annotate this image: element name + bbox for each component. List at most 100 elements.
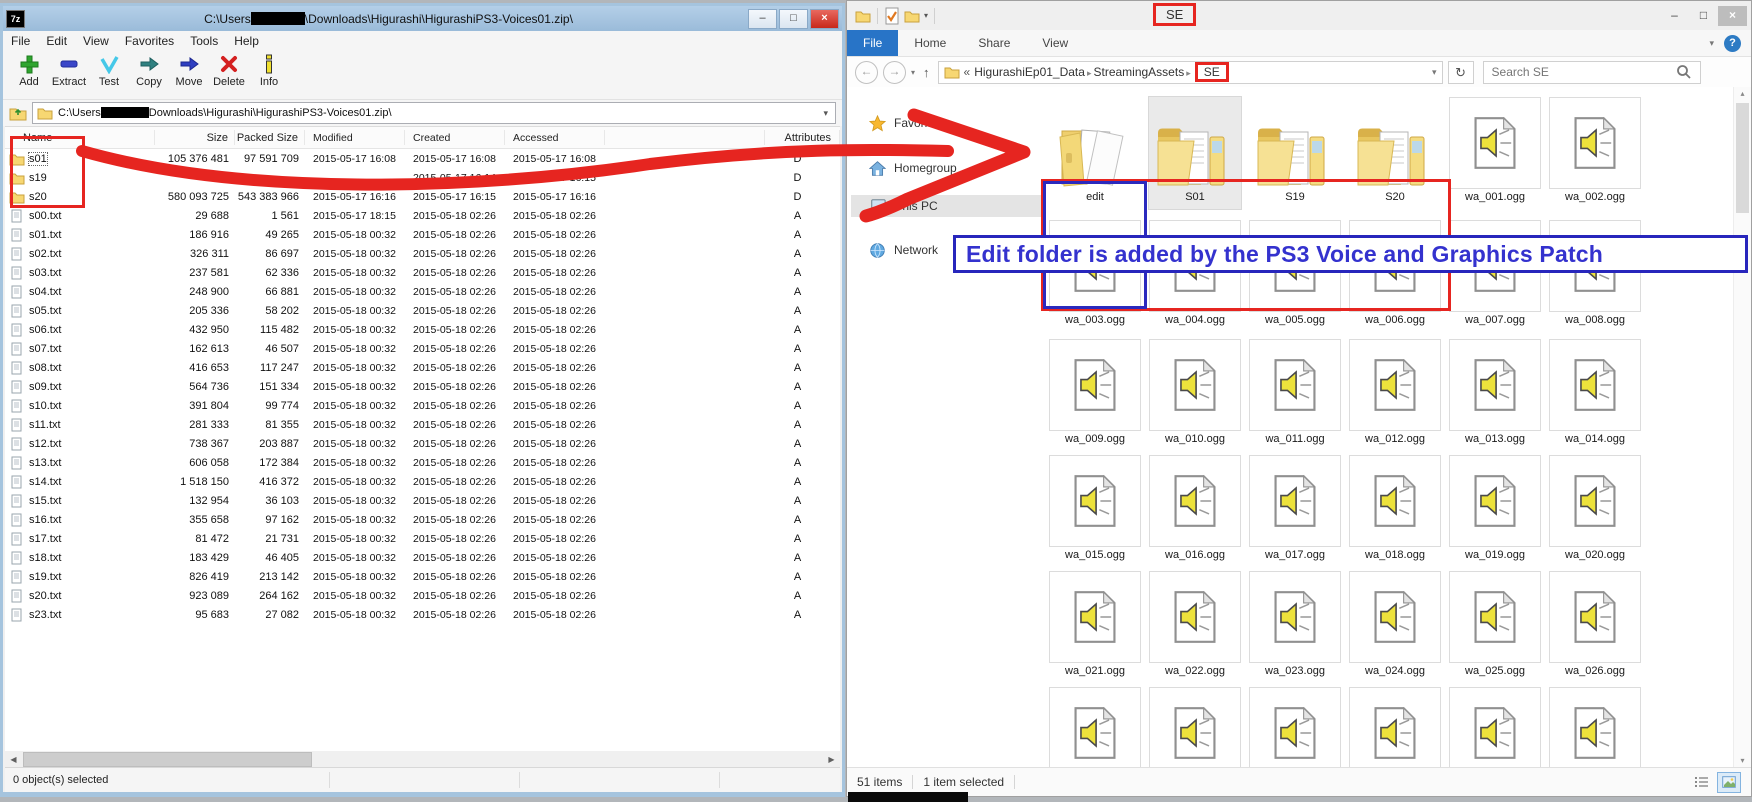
file-item[interactable]: wa_009.ogg: [1049, 339, 1141, 451]
file-item[interactable]: wa_022.ogg: [1149, 571, 1241, 683]
search-input[interactable]: [1484, 65, 1676, 79]
sidebar-item-homegroup[interactable]: Homegroup: [869, 157, 957, 179]
folder-icon[interactable]: [855, 9, 871, 23]
table-row[interactable]: s19.txt826 419213 1422015-05-18 00:32201…: [5, 567, 840, 586]
parent-folder-button[interactable]: [9, 105, 27, 121]
file-item[interactable]: wa_025.ogg: [1449, 571, 1541, 683]
back-button[interactable]: ←: [855, 61, 878, 84]
address-dropdown-icon[interactable]: ▾: [820, 108, 831, 119]
ribbon-collapse-icon[interactable]: ▾: [1709, 38, 1714, 49]
breadcrumb-item-streamingassets[interactable]: StreamingAssets: [1093, 65, 1184, 79]
address-dropdown-icon[interactable]: ▾: [1432, 67, 1437, 78]
minimize-button[interactable]: –: [748, 9, 777, 29]
qat-dropdown-icon[interactable]: ▾: [924, 11, 928, 20]
table-row[interactable]: s15.txt132 95436 1032015-05-18 00:322015…: [5, 491, 840, 510]
file-item[interactable]: wa_011.ogg: [1249, 339, 1341, 451]
toolbar-button-info[interactable]: Info: [249, 53, 289, 88]
toolbar-button-delete[interactable]: Delete: [209, 53, 249, 88]
scroll-up-icon[interactable]: ▴: [1734, 89, 1751, 98]
menu-item-file[interactable]: File: [3, 31, 38, 51]
file-item[interactable]: [1349, 687, 1441, 767]
menu-item-help[interactable]: Help: [226, 31, 267, 51]
menu-item-favorites[interactable]: Favorites: [117, 31, 182, 51]
details-view-icon[interactable]: [1690, 772, 1714, 793]
table-row[interactable]: s01.txt186 91649 2652015-05-18 00:322015…: [5, 225, 840, 244]
sevenzip-titlebar[interactable]: 7z C:\Users\Downloads\Higurashi\Higurash…: [3, 6, 842, 31]
list-column-headers[interactable]: NameSizePacked SizeModifiedCreatedAccess…: [5, 127, 840, 149]
file-item[interactable]: wa_001.ogg: [1449, 97, 1541, 209]
file-item[interactable]: [1249, 687, 1341, 767]
menu-item-tools[interactable]: Tools: [182, 31, 226, 51]
column-header-size[interactable]: Size: [155, 130, 235, 145]
close-button[interactable]: ×: [1718, 6, 1747, 26]
table-row[interactable]: s01105 376 48197 591 7092015-05-17 16:08…: [5, 149, 840, 168]
table-row[interactable]: s08.txt416 653117 2472015-05-18 00:32201…: [5, 358, 840, 377]
tab-share[interactable]: Share: [962, 30, 1026, 56]
table-row[interactable]: s04.txt248 90066 8812015-05-18 00:322015…: [5, 282, 840, 301]
breadcrumb[interactable]: « HigurashiEp01_Data▸StreamingAssets▸SE …: [938, 61, 1443, 84]
sidebar-item-network[interactable]: Network: [869, 239, 938, 261]
table-row[interactable]: s07.txt162 61346 5072015-05-18 00:322015…: [5, 339, 840, 358]
file-item[interactable]: wa_023.ogg: [1249, 571, 1341, 683]
explorer-titlebar[interactable]: ▾ SE – □ ×: [847, 1, 1751, 30]
table-row[interactable]: s14.txt1 518 150416 3722015-05-18 00:322…: [5, 472, 840, 491]
file-item[interactable]: wa_016.ogg: [1149, 455, 1241, 567]
table-row[interactable]: s18.txt183 42946 4052015-05-18 00:322015…: [5, 548, 840, 567]
file-item[interactable]: wa_019.ogg: [1449, 455, 1541, 567]
column-header-packed-size[interactable]: Packed Size: [235, 130, 305, 145]
sidebar-item-this-pc[interactable]: This PC: [851, 195, 1045, 217]
scrollbar-thumb[interactable]: [1736, 103, 1749, 213]
refresh-icon[interactable]: ↻: [1448, 61, 1474, 84]
history-dropdown-icon[interactable]: ▾: [911, 68, 915, 77]
table-row[interactable]: s02.txt326 31186 6972015-05-18 00:322015…: [5, 244, 840, 263]
file-item[interactable]: wa_020.ogg: [1549, 455, 1641, 567]
table-row[interactable]: s16.txt355 65897 1622015-05-18 00:322015…: [5, 510, 840, 529]
file-item[interactable]: wa_013.ogg: [1449, 339, 1541, 451]
menu-item-view[interactable]: View: [75, 31, 117, 51]
scroll-left-icon[interactable]: ◀: [5, 755, 22, 764]
file-item[interactable]: wa_021.ogg: [1049, 571, 1141, 683]
table-row[interactable]: s06.txt432 950115 4822015-05-18 00:32201…: [5, 320, 840, 339]
table-row[interactable]: s03.txt237 58162 3362015-05-18 00:322015…: [5, 263, 840, 282]
column-header-modified[interactable]: Modified: [305, 130, 405, 145]
file-item[interactable]: wa_015.ogg: [1049, 455, 1141, 567]
tab-view[interactable]: View: [1026, 30, 1084, 56]
file-item[interactable]: wa_026.ogg: [1549, 571, 1641, 683]
file-item[interactable]: [1449, 687, 1541, 767]
vertical-scrollbar[interactable]: ▴ ▾: [1733, 87, 1751, 767]
file-item[interactable]: wa_012.ogg: [1349, 339, 1441, 451]
toolbar-button-move[interactable]: Move: [169, 53, 209, 88]
column-header-accessed[interactable]: Accessed: [505, 130, 605, 145]
properties-icon[interactable]: [884, 7, 900, 25]
table-row[interactable]: s192015-05-17 16:142015-05-17 16:15D: [5, 168, 840, 187]
sevenzip-address-bar[interactable]: C:\UsersDownloads\Higurashi\HigurashiPS3…: [32, 102, 836, 124]
table-row[interactable]: s20580 093 725543 383 9662015-05-17 16:1…: [5, 187, 840, 206]
file-item[interactable]: [1549, 687, 1641, 767]
file-item[interactable]: [1049, 687, 1141, 767]
maximize-button[interactable]: □: [779, 9, 808, 29]
table-row[interactable]: s12.txt738 367203 8872015-05-18 00:32201…: [5, 434, 840, 453]
file-item[interactable]: wa_010.ogg: [1149, 339, 1241, 451]
table-row[interactable]: s10.txt391 80499 7742015-05-18 00:322015…: [5, 396, 840, 415]
minimize-button[interactable]: –: [1660, 6, 1689, 26]
close-button[interactable]: ×: [810, 9, 839, 29]
breadcrumb-item-higurashiep01_data[interactable]: HigurashiEp01_Data: [974, 65, 1085, 79]
breadcrumb-separator-icon[interactable]: ▸: [1184, 68, 1193, 78]
maximize-button[interactable]: □: [1689, 6, 1718, 26]
large-icons-view-icon[interactable]: [1717, 772, 1741, 793]
help-icon[interactable]: ?: [1724, 35, 1741, 52]
sidebar-item-favorites[interactable]: Favorites: [869, 112, 943, 134]
column-header-attributes[interactable]: Attributes: [765, 130, 840, 145]
file-item[interactable]: wa_017.ogg: [1249, 455, 1341, 567]
file-item[interactable]: wa_018.ogg: [1349, 455, 1441, 567]
file-item[interactable]: [1149, 687, 1241, 767]
new-folder-icon[interactable]: [904, 9, 920, 23]
table-row[interactable]: s11.txt281 33381 3552015-05-18 00:322015…: [5, 415, 840, 434]
table-row[interactable]: s20.txt923 089264 1622015-05-18 00:32201…: [5, 586, 840, 605]
breadcrumb-collapsed-icon[interactable]: «: [964, 65, 971, 79]
menu-item-edit[interactable]: Edit: [38, 31, 75, 51]
up-button[interactable]: ↑: [923, 65, 930, 80]
file-item[interactable]: wa_014.ogg: [1549, 339, 1641, 451]
toolbar-button-extract[interactable]: Extract: [49, 53, 89, 88]
file-item[interactable]: wa_002.ogg: [1549, 97, 1641, 209]
